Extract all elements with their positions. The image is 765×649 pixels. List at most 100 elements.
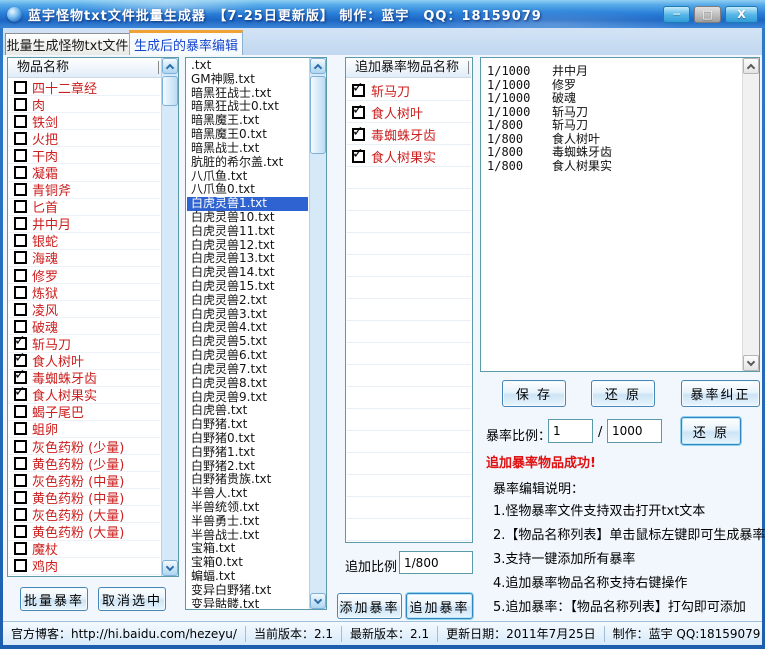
- restore-button[interactable]: 还 原: [591, 380, 655, 407]
- item-row[interactable]: 匕首: [9, 199, 160, 216]
- item-checkbox[interactable]: [14, 354, 27, 367]
- item-row[interactable]: 魔杖: [9, 541, 160, 558]
- item-checkbox[interactable]: [14, 234, 27, 247]
- item-checkbox[interactable]: [14, 542, 27, 555]
- append-ratio-input[interactable]: [399, 551, 473, 574]
- file-row[interactable]: 白野猪.txt: [187, 418, 308, 432]
- file-row[interactable]: 白虎灵兽8.txt: [187, 377, 308, 391]
- file-row[interactable]: 白虎灵兽2.txt: [187, 294, 308, 308]
- file-row[interactable]: 暗黑战士.txt: [187, 142, 308, 156]
- file-row[interactable]: 白虎灵兽5.txt: [187, 335, 308, 349]
- tab-batch-generate[interactable]: 批量生成怪物txt文件: [5, 33, 130, 55]
- item-checkbox[interactable]: [14, 200, 27, 213]
- scroll-up-icon[interactable]: [162, 58, 178, 74]
- append-item-checkbox[interactable]: [352, 150, 365, 163]
- cancel-selection-button[interactable]: 取消选中: [98, 587, 166, 611]
- file-row[interactable]: 变异白野猪.txt: [187, 584, 308, 598]
- append-item-row[interactable]: 食人树果实: [347, 145, 471, 167]
- item-row[interactable]: 井中月: [9, 216, 160, 233]
- item-checkbox[interactable]: [14, 183, 27, 196]
- ratio-restore-button[interactable]: 还 原: [681, 417, 741, 445]
- item-row[interactable]: 黄色药粉 (少量): [9, 455, 160, 472]
- file-list-scrollbar[interactable]: [309, 58, 326, 609]
- save-button[interactable]: 保 存: [502, 380, 566, 407]
- item-row[interactable]: 蛆卵: [9, 421, 160, 438]
- item-row[interactable]: 斩马刀: [9, 335, 160, 352]
- rate-numerator-input[interactable]: [548, 419, 593, 443]
- scroll-down-icon[interactable]: [162, 560, 178, 576]
- item-row[interactable]: 青铜斧: [9, 182, 160, 199]
- item-checkbox[interactable]: [14, 303, 27, 316]
- file-row[interactable]: 蝙蝠.txt: [187, 570, 308, 584]
- item-row[interactable]: 破魂: [9, 318, 160, 335]
- item-checkbox[interactable]: [14, 491, 27, 504]
- file-row[interactable]: 八爪鱼.txt: [187, 170, 308, 184]
- item-checkbox[interactable]: [14, 132, 27, 145]
- item-row[interactable]: 铁剑: [9, 113, 160, 130]
- item-checkbox[interactable]: [14, 371, 27, 384]
- file-row[interactable]: 肮脏的希尔盖.txt: [187, 156, 308, 170]
- file-row[interactable]: 白野猪0.txt: [187, 432, 308, 446]
- item-checkbox[interactable]: [14, 166, 27, 179]
- scroll-thumb[interactable]: [310, 76, 326, 154]
- append-item-row[interactable]: 毒蜘蛛牙齿: [347, 123, 471, 145]
- file-row[interactable]: 白虎灵兽10.txt: [187, 211, 308, 225]
- item-row[interactable]: 食人树叶: [9, 353, 160, 370]
- item-checkbox[interactable]: [14, 405, 27, 418]
- item-row[interactable]: 鸡肉: [9, 558, 160, 575]
- file-row[interactable]: 半兽统领.txt: [187, 501, 308, 515]
- batch-rate-button[interactable]: 批量暴率: [20, 587, 88, 611]
- item-row[interactable]: 炼狱: [9, 284, 160, 301]
- file-row[interactable]: 半兽人.txt: [187, 487, 308, 501]
- item-checkbox[interactable]: [14, 474, 27, 487]
- item-row[interactable]: 肉: [9, 96, 160, 113]
- item-checkbox[interactable]: [14, 559, 27, 572]
- item-row[interactable]: 修罗: [9, 267, 160, 284]
- append-item-checkbox[interactable]: [352, 84, 365, 97]
- file-row[interactable]: 白虎灵兽11.txt: [187, 225, 308, 239]
- file-row[interactable]: 白虎灵兽1.txt: [187, 197, 308, 211]
- file-row[interactable]: 暗黑魔王.txt: [187, 114, 308, 128]
- scroll-up-icon[interactable]: [743, 58, 759, 74]
- item-checkbox[interactable]: [14, 525, 27, 538]
- item-row[interactable]: 凝霜: [9, 164, 160, 181]
- item-row[interactable]: 灰色药粉 (大量): [9, 506, 160, 523]
- file-row[interactable]: 宝箱0.txt: [187, 556, 308, 570]
- item-checkbox[interactable]: [14, 337, 27, 350]
- item-list-scrollbar[interactable]: [161, 58, 178, 576]
- add-rate-button[interactable]: 添加暴率: [337, 593, 402, 619]
- item-row[interactable]: 蝎子尾巴: [9, 404, 160, 421]
- textarea-scrollbar[interactable]: [742, 58, 759, 371]
- file-row[interactable]: 变异骷髅.txt: [187, 598, 308, 608]
- item-row[interactable]: 黄色药粉 (中量): [9, 489, 160, 506]
- item-checkbox[interactable]: [14, 440, 27, 453]
- tab-rate-edit[interactable]: 生成后的暴率编辑: [129, 30, 243, 55]
- file-row[interactable]: 白野猪贵族.txt: [187, 473, 308, 487]
- minimize-button[interactable]: ─: [663, 6, 690, 23]
- file-row[interactable]: 半兽勇士.txt: [187, 515, 308, 529]
- file-row[interactable]: 白虎灵兽7.txt: [187, 363, 308, 377]
- item-row[interactable]: 海魂: [9, 250, 160, 267]
- append-item-row[interactable]: 斩马刀: [347, 79, 471, 101]
- item-row[interactable]: 黄色药粉 (大量): [9, 523, 160, 540]
- rate-denominator-input[interactable]: [607, 419, 662, 443]
- item-checkbox[interactable]: [14, 422, 27, 435]
- item-checkbox[interactable]: [14, 388, 27, 401]
- append-item-checkbox[interactable]: [352, 128, 365, 141]
- item-row[interactable]: 干肉: [9, 147, 160, 164]
- item-row[interactable]: 灰色药粉 (少量): [9, 438, 160, 455]
- item-checkbox[interactable]: [14, 508, 27, 521]
- rate-correct-button[interactable]: 暴率纠正: [681, 380, 760, 407]
- item-row[interactable]: 食人树果实: [9, 387, 160, 404]
- rate-text-area[interactable]: 1/1000 井中月 1/1000 修罗 1/1000 破魂 1/1000 斩马…: [480, 57, 760, 372]
- file-row[interactable]: 白虎灵兽15.txt: [187, 280, 308, 294]
- file-row[interactable]: 白野猪1.txt: [187, 446, 308, 460]
- file-row[interactable]: 白虎灵兽6.txt: [187, 349, 308, 363]
- file-row[interactable]: .txt: [187, 59, 308, 73]
- item-checkbox[interactable]: [14, 115, 27, 128]
- maximize-button[interactable]: □: [694, 6, 721, 23]
- item-checkbox[interactable]: [14, 269, 27, 282]
- item-row[interactable]: 四十二章经: [9, 79, 160, 96]
- item-checkbox[interactable]: [14, 457, 27, 470]
- scroll-down-icon[interactable]: [310, 593, 326, 609]
